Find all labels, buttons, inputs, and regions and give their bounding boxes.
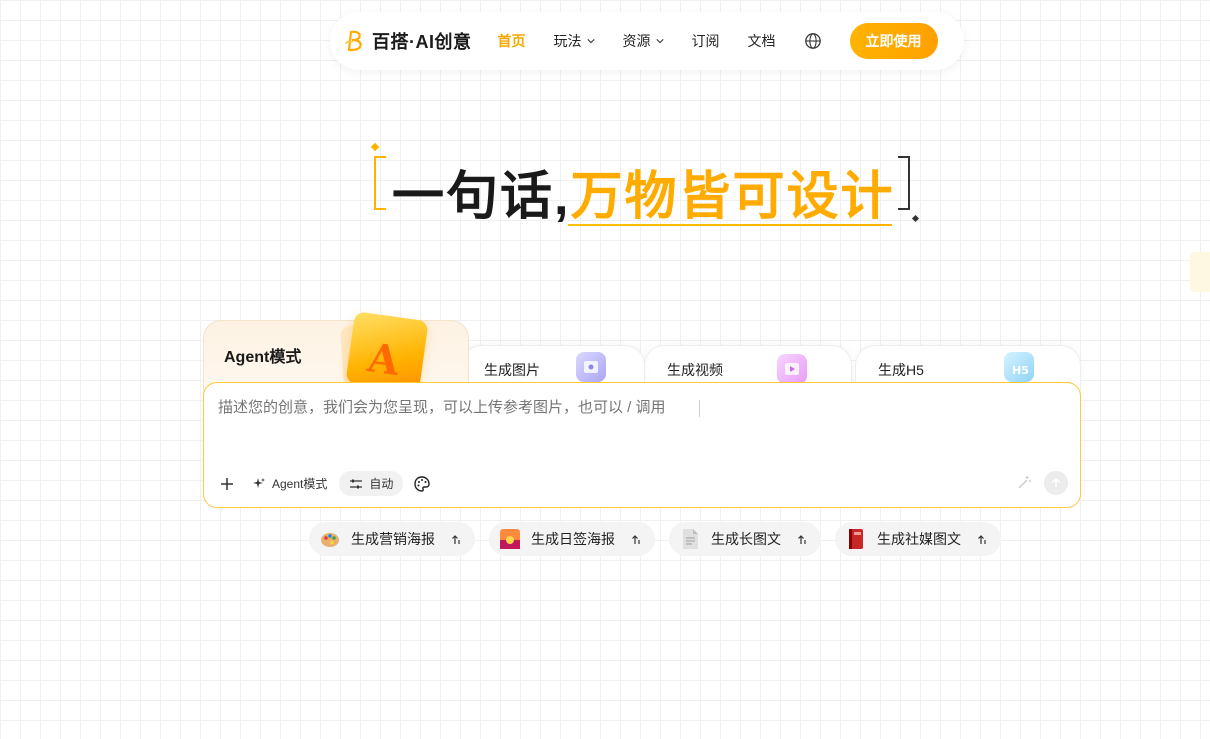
palette-emoji-icon (321, 533, 339, 547)
logo-text: 百搭·AI创意 (372, 32, 472, 52)
nav-item-resources[interactable]: 资源 (623, 31, 664, 51)
chip-long-article[interactable]: 生成长图文 (669, 522, 821, 556)
arrow-up-icon (1051, 477, 1061, 487)
chip-marketing-poster[interactable]: 生成营销海报 (309, 522, 475, 556)
chevron-down-icon (655, 39, 664, 44)
document-emoji-icon (683, 529, 698, 549)
palette-icon[interactable] (413, 475, 431, 493)
prompt-input[interactable] (218, 399, 918, 416)
chip-label: 生成长图文 (711, 531, 781, 547)
text-caret (699, 400, 700, 417)
h5-icon: H5 (1004, 352, 1034, 382)
nav-item-label: 文档 (747, 33, 776, 49)
hero-underline (568, 224, 892, 226)
side-float-tab[interactable] (1190, 252, 1210, 292)
agent-letter-icon: A (364, 334, 403, 385)
arrow-up-right-icon (452, 535, 460, 544)
sliders-icon (350, 479, 363, 488)
svg-text:H5: H5 (1012, 364, 1029, 377)
tab-label: Agent模式 (224, 349, 302, 366)
nav-item-home[interactable]: 首页 (498, 31, 526, 51)
logo[interactable]: 百搭·AI创意 (344, 28, 472, 54)
sparkle-dot (370, 142, 380, 152)
chip-social-media[interactable]: 生成社媒图文 (835, 522, 1001, 556)
nav-menu: 首页 玩法 资源 订阅 文档 (498, 31, 804, 51)
magic-wand-icon[interactable] (1016, 475, 1032, 491)
nav-item-label: 玩法 (553, 33, 582, 49)
top-nav: 百搭·AI创意 首页 玩法 资源 订阅 文档 立即使用 (330, 12, 964, 70)
prompt-actions (1016, 471, 1068, 495)
tab-label: 生成图片 (484, 362, 540, 378)
bracket-right (898, 156, 910, 210)
image-icon (576, 352, 606, 382)
hero-heading: 一句话,万物皆可设计 (370, 140, 920, 235)
sunset-emoji-icon (500, 529, 520, 549)
chip-label: 生成营销海报 (351, 531, 435, 547)
nav-item-docs[interactable]: 文档 (748, 31, 776, 51)
red-book-emoji-icon (849, 529, 863, 549)
nav-item-label: 订阅 (691, 33, 720, 49)
auto-select[interactable]: 自动 (339, 471, 404, 496)
plus-icon[interactable] (218, 475, 236, 493)
video-icon (777, 354, 807, 384)
sparkle-dot (911, 214, 920, 223)
suggestion-chips: 生成营销海报 生成日签海报 生成长图文 生成社媒图文 (309, 522, 1001, 556)
arrow-up-right-icon (978, 535, 986, 544)
bracket-left (374, 156, 386, 210)
agent-mode-toggle[interactable]: Agent模式 (252, 475, 327, 492)
chip-label: 生成社媒图文 (877, 531, 961, 547)
tab-label: 生成H5 (878, 362, 924, 378)
nav-item-subscribe[interactable]: 订阅 (692, 31, 720, 51)
arrow-up-right-icon (798, 535, 806, 544)
send-button[interactable] (1044, 471, 1068, 495)
hero-title-accent: 万物皆可设计 (570, 168, 895, 226)
chip-label: 生成日签海报 (531, 531, 615, 547)
auto-label: 自动 (369, 477, 394, 491)
sparkle-icon (253, 477, 265, 488)
prompt-card: Agent模式 自动 (203, 382, 1081, 508)
hero-title: 一句话,万物皆可设计 (392, 154, 894, 229)
hero-title-dark: 一句话, (392, 168, 571, 226)
agent-mode-label: Agent模式 (272, 477, 328, 491)
tab-label: 生成视频 (667, 362, 723, 378)
globe-icon[interactable] (804, 32, 822, 50)
chip-daily-poster[interactable]: 生成日签海报 (489, 522, 655, 556)
logo-b-icon (345, 30, 362, 52)
nav-item-label: 首页 (497, 33, 526, 49)
nav-item-label: 资源 (622, 33, 651, 49)
prompt-toolbar: Agent模式 自动 (218, 471, 431, 496)
start-now-button[interactable]: 立即使用 (849, 23, 938, 59)
chevron-down-icon (586, 39, 595, 44)
arrow-up-right-icon (632, 535, 640, 544)
nav-item-play[interactable]: 玩法 (554, 31, 595, 51)
